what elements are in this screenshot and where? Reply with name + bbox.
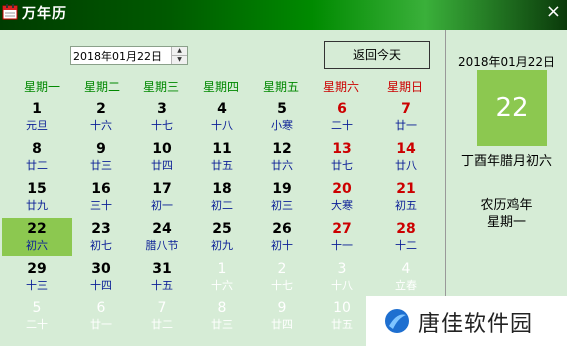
lunar-day: 三十 (90, 199, 112, 212)
day-number: 6 (96, 300, 106, 316)
date-spinner[interactable]: ▲ ▼ (171, 47, 187, 64)
day-number: 23 (91, 221, 111, 237)
day-cell[interactable]: 8 廿二 (2, 138, 72, 176)
day-number: 20 (332, 181, 352, 197)
day-cell[interactable]: 1 元旦 (2, 98, 72, 136)
day-cell[interactable]: 14 廿八 (371, 138, 441, 176)
weekday-label: 星期五 (262, 80, 299, 94)
lunar-day: 廿一 (395, 119, 417, 132)
weekday-label: 星期六 (322, 80, 359, 94)
weekday-label: 星期日 (386, 80, 423, 94)
window-title: 万年历 (22, 6, 67, 22)
lunar-day: 廿一 (90, 318, 112, 331)
day-number: 13 (332, 141, 352, 157)
day-cell[interactable]: 6 二十 (307, 98, 377, 136)
lunar-day: 廿七 (331, 159, 353, 172)
lunar-day: 大寒 (331, 199, 353, 212)
watermark-logo-icon (385, 309, 409, 333)
day-number: 7 (401, 101, 411, 117)
day-cell[interactable]: 20 大寒 (307, 178, 377, 216)
weekday-label: 星期二 (83, 80, 120, 94)
day-number: 30 (91, 261, 111, 277)
day-cell[interactable]: 15 廿九 (2, 178, 72, 216)
day-cell[interactable]: 30 十四 (66, 258, 136, 296)
day-number: 22 (27, 221, 47, 237)
day-number: 28 (396, 221, 416, 237)
lunar-day: 十六 (90, 119, 112, 132)
lunar-day: 二十 (331, 119, 353, 132)
calendar-icon (2, 4, 18, 20)
lunar-day: 十一 (331, 239, 353, 252)
day-number: 16 (91, 181, 111, 197)
lunar-day: 十四 (90, 279, 112, 292)
day-number: 1 (32, 101, 42, 117)
weekday-label: 星期三 (142, 80, 179, 94)
lunar-day: 十八 (331, 279, 353, 292)
day-number: 6 (337, 101, 347, 117)
day-number: 2 (96, 101, 106, 117)
day-cell[interactable]: 28 十二 (371, 218, 441, 256)
watermark: 唐佳软件园 (366, 296, 567, 346)
day-number: 5 (32, 300, 42, 316)
day-number: 3 (337, 261, 347, 277)
close-button[interactable]: × (546, 1, 561, 22)
day-cell[interactable]: 9 廿三 (66, 138, 136, 176)
date-picker-value: 2018年01月22日 (73, 50, 162, 63)
day-number: 8 (32, 141, 42, 157)
side-date: 2018年01月22日 (457, 55, 556, 69)
day-number: 9 (96, 141, 106, 157)
title-bar: 万年历 × (0, 0, 567, 30)
back-to-today-button[interactable]: 返回今天 (324, 41, 430, 69)
lunar-day: 立春 (395, 279, 417, 292)
lunar-day: 初五 (395, 199, 417, 212)
day-number: 21 (396, 181, 416, 197)
lunar-day: 廿二 (26, 159, 48, 172)
day-cell[interactable]: 2 十六 (66, 98, 136, 136)
lunar-day: 元旦 (26, 119, 48, 132)
lunar-day: 十二 (395, 239, 417, 252)
lunar-day: 廿八 (395, 159, 417, 172)
day-number: 27 (332, 221, 352, 237)
day-cell[interactable]: 6 廿一 (66, 297, 136, 335)
lunar-day: 初七 (90, 239, 112, 252)
lunar-day: 廿三 (90, 159, 112, 172)
big-day-box: 22 (477, 70, 547, 146)
lunar-day: 初六 (26, 239, 48, 252)
day-cell[interactable]: 21 初五 (371, 178, 441, 216)
lunar-date: 丁酉年腊月初六 (460, 154, 552, 169)
day-cell[interactable]: 27 十一 (307, 218, 377, 256)
day-number: 14 (396, 141, 416, 157)
day-number: 29 (27, 261, 47, 277)
spin-down-icon[interactable]: ▼ (172, 56, 187, 64)
side-weekday: 星期一 (486, 215, 526, 230)
day-cell[interactable]: 3 十八 (307, 258, 377, 296)
day-cell[interactable]: 29 十三 (2, 258, 72, 296)
lunar-day: 十三 (26, 279, 48, 292)
day-cell[interactable]: 4 立春 (371, 258, 441, 296)
lunar-day: 二十 (26, 318, 48, 331)
watermark-text: 唐佳软件园 (418, 312, 534, 337)
day-cell[interactable]: 13 廿七 (307, 138, 377, 176)
day-cell[interactable]: 5 二十 (2, 297, 72, 335)
spin-up-icon[interactable]: ▲ (172, 47, 187, 56)
lunar-day: 廿九 (26, 199, 48, 212)
day-number: 4 (401, 261, 411, 277)
day-number: 15 (27, 181, 47, 197)
day-cell[interactable]: 7 廿一 (371, 98, 441, 136)
day-cell[interactable]: 23 初七 (66, 218, 136, 256)
day-cell[interactable]: 16 三十 (66, 178, 136, 216)
selected-day-cell[interactable]: 22 初六 (2, 218, 72, 256)
weekday-label: 星期四 (202, 80, 239, 94)
date-picker[interactable]: 2018年01月22日 ▲ ▼ (70, 46, 188, 65)
weekday-label: 星期一 (23, 80, 60, 94)
